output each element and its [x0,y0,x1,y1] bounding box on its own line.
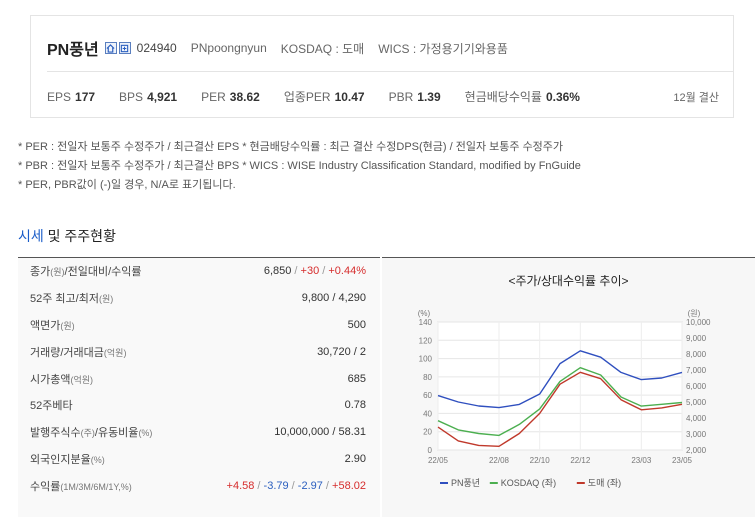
left-tick-label: 140 [419,318,433,327]
table-row: 외국인지분율(%) 2.90 [18,446,380,473]
row-label: 액면가(원) [30,319,75,332]
row-value: 2.90 [344,452,366,465]
right-tick-label: 3,000 [686,430,707,439]
price-chart: 0 20 40 60 80 100 120 140 2,000 3,000 4,000 5,000 6,… [418,309,711,488]
row-value: 500 [347,318,366,331]
metric-pbr: PBR 1.39 [388,89,441,104]
row-label: 거래량/거래대금(억원) [30,346,127,359]
footnote-na: * PER, PBR값이 (-)일 경우, N/A로 표기됩니다. [18,179,236,191]
left-tick-label: 40 [423,409,432,418]
company-header: PN풍년 024940 PNpoongnyun KOSDAQ : 도매 WICS… [30,15,734,118]
plot-area [437,321,683,451]
table-row: 액면가(원) 500 [18,312,380,339]
company-title-row: PN풍년 024940 PNpoongnyun KOSDAQ : 도매 WICS… [47,36,522,60]
footnotes: * PER : 전일자 보통주 수정주가 / 최근결산 EPS * 현금배당수익… [18,138,581,195]
row-value: 6,850 / +30 / +0.44% [263,265,366,278]
header-divider [47,71,733,72]
section-title: 시세 및 주주현황 [18,228,116,244]
row-label: 종가(원)/전일대비/수익률 [30,266,142,279]
legend-label: KOSDAQ (좌) [501,478,556,488]
left-tick-label: 0 [428,446,433,455]
right-tick-label: 10,000 [686,318,711,327]
right-tick-label: 5,000 [686,398,707,407]
table-row: 수익률(1M/3M/6M/1Y,%) +4.58 / -3.79 / -2.97… [18,472,380,499]
price-chart-panel: <주가/상대수익률 추이> 0 20 40 60 80 100 120 140 2,000 3,0… [382,257,755,517]
x-tick-label: 23/05 [672,456,693,465]
english-name: PNpoongnyun [190,41,267,55]
row-value: 30,720 / 2 [317,345,366,358]
left-tick-label: 100 [419,355,433,364]
x-tick-label: 22/05 [428,456,449,465]
x-tick-label: 22/08 [489,456,510,465]
metrics-row: EPS 177 BPS 4,921 PER 38.62 업종PER 10.47 PBR 1… [47,88,719,105]
legend-label: PN풍년 [451,478,480,488]
metric-industry-per: 업종PER 10.47 [283,90,365,104]
x-tick-label: 22/12 [570,456,591,465]
footnote-pbr: * PBR : 전일자 보통주 수정주가 / 최근결산 BPS * WICS :… [18,160,581,172]
metric-per: PER 38.62 [201,89,260,104]
metric-eps: EPS 177 [47,89,96,104]
company-name: PN풍년 [47,42,99,59]
home-icon[interactable] [104,42,117,54]
row-value: 685 [347,372,366,385]
right-tick-label: 4,000 [686,414,707,423]
x-tick-label: 22/10 [530,456,551,465]
x-tick-label: 23/03 [631,456,652,465]
right-tick-label: 9,000 [686,334,707,343]
row-value: 0.78 [344,399,366,412]
right-axis-unit: (원) [688,309,701,318]
settlement-month: 12월 결산 [673,91,719,104]
info-icon[interactable] [118,42,131,54]
row-label: 52주베타 [30,400,73,413]
metric-dividend-yield: 현금배당수익률 0.36% [464,90,580,104]
market-info: KOSDAQ : 도매 [280,41,365,56]
row-label: 발행주식수(주)/유동비율(%) [30,427,153,440]
left-tick-label: 120 [419,336,433,345]
table-row: 52주베타 0.78 [18,392,380,419]
metric-bps: BPS 4,921 [119,89,178,104]
price-stats-table: 종가(원)/전일대비/수익률 6,850 / +30 / +0.44% 52주 … [18,257,380,517]
row-label: 외국인지분율(%) [30,453,105,466]
table-row: 발행주식수(주)/유동비율(%) 10,000,000 / 58.31 [18,419,380,446]
table-row: 시가총액(억원) 685 [18,365,380,392]
row-value: 10,000,000 / 58.31 [274,426,366,439]
footnote-per: * PER : 전일자 보통주 수정주가 / 최근결산 EPS * 현금배당수익… [18,141,564,153]
left-tick-label: 20 [423,428,432,437]
table-row: 거래량/거래대금(억원) 30,720 / 2 [18,338,380,365]
table-row: 종가(원)/전일대비/수익률 6,850 / +30 / +0.44% [18,258,380,285]
row-value: +4.58 / -3.79 / -2.97 / +58.02 [226,479,366,492]
row-label: 시가총액(억원) [30,373,94,386]
left-axis-unit: (%) [418,309,431,318]
table-row: 52주 최고/최저(원) 9,800 / 4,290 [18,285,380,312]
legend-label: 도매 (좌) [588,478,621,488]
row-label: 52주 최고/최저(원) [30,293,114,306]
right-tick-label: 6,000 [686,382,707,391]
left-tick-label: 60 [423,391,432,400]
right-tick-label: 2,000 [686,446,707,455]
right-tick-label: 8,000 [686,350,707,359]
row-value: 9,800 / 4,290 [301,292,366,305]
wics-info: WICS : 가정용기기와용품 [378,41,508,56]
left-tick-label: 80 [423,373,432,382]
stock-code: 024940 [136,41,177,55]
row-label: 수익률(1M/3M/6M/1Y,%) [30,480,132,493]
right-tick-label: 7,000 [686,366,707,375]
